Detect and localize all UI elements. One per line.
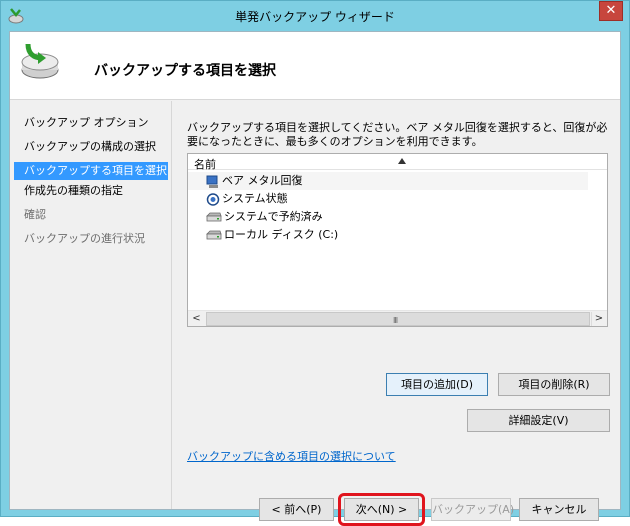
cancel-button[interactable]: キャンセル bbox=[519, 498, 599, 521]
wizard-step-nav: バックアップ オプション バックアップの構成の選択 バックアップする項目を選択 … bbox=[10, 101, 172, 509]
nav-step-backup-configuration[interactable]: バックアップの構成の選択 bbox=[14, 138, 168, 156]
add-items-button[interactable]: 項目の追加(D) bbox=[386, 373, 488, 396]
scroll-grip-icon: III bbox=[393, 316, 398, 325]
list-item-label: ローカル ディスク (C:) bbox=[224, 228, 339, 241]
help-link-select-items[interactable]: バックアップに含める項目の選択について bbox=[187, 448, 396, 464]
drive-icon bbox=[206, 212, 222, 221]
instruction-text: バックアップする項目を選択してください。ベア メタル回復を選択すると、回復が必要… bbox=[187, 121, 608, 148]
back-button[interactable]: < 前へ(P) bbox=[259, 498, 334, 521]
wizard-client-area: バックアップする項目を選択 バックアップ オプション バックアップの構成の選択 … bbox=[9, 31, 621, 526]
horizontal-scrollbar[interactable]: < III > bbox=[188, 310, 607, 326]
window-title: 単発バックアップ ウィザード bbox=[235, 10, 395, 24]
list-item-system-state[interactable]: システム状態 bbox=[206, 190, 386, 208]
system-state-icon bbox=[206, 192, 220, 206]
page-title: バックアップする項目を選択 bbox=[94, 63, 276, 79]
next-button-highlight bbox=[338, 493, 425, 526]
column-name-label: 名前 bbox=[194, 158, 216, 171]
list-item-system-reserved[interactable]: システムで予約済み bbox=[206, 208, 386, 226]
bare-metal-icon bbox=[206, 175, 218, 188]
nav-step-destination-type: 作成先の種類の指定 bbox=[24, 184, 123, 197]
list-item-bare-metal-recovery[interactable]: ベア メタル回復 bbox=[188, 172, 588, 190]
list-item-local-disk-c[interactable]: ローカル ディスク (C:) bbox=[206, 226, 386, 244]
close-button[interactable]: ✕ bbox=[599, 1, 623, 21]
drive-icon bbox=[206, 230, 222, 239]
scroll-left-button[interactable]: < bbox=[189, 312, 204, 326]
sort-ascending-icon bbox=[398, 158, 406, 164]
backup-button: バックアップ(A) bbox=[431, 498, 514, 521]
backup-items-list[interactable]: 名前 ベア メタル回復 システム状態 システムで予約済み ローカル ディスク (… bbox=[187, 153, 608, 327]
advanced-settings-button[interactable]: 詳細設定(V) bbox=[467, 409, 610, 432]
list-item-label: システム状態 bbox=[222, 192, 288, 205]
nav-step-backup-progress: バックアップの進行状況 bbox=[24, 232, 145, 245]
nav-step-select-items[interactable]: バックアップする項目を選択 bbox=[14, 162, 168, 180]
list-item-label: システムで予約済み bbox=[224, 210, 323, 223]
list-column-header[interactable]: 名前 bbox=[188, 154, 607, 171]
wizard-window: 単発バックアップ ウィザード ✕ バックアップする項目を選択 バックアップ オプ… bbox=[0, 0, 630, 526]
title-bar[interactable]: 単発バックアップ ウィザード ✕ bbox=[1, 1, 629, 31]
nav-step-backup-options[interactable]: バックアップ オプション bbox=[14, 114, 168, 132]
backup-wizard-icon bbox=[21, 43, 59, 79]
scroll-right-button[interactable]: > bbox=[591, 312, 606, 326]
wizard-header: バックアップする項目を選択 bbox=[10, 32, 620, 100]
list-item-label: ベア メタル回復 bbox=[222, 174, 303, 187]
remove-items-button[interactable]: 項目の削除(R) bbox=[498, 373, 610, 396]
nav-step-confirmation: 確認 bbox=[24, 208, 46, 221]
wizard-content: バックアップする項目を選択してください。ベア メタル回復を選択すると、回復が必要… bbox=[173, 101, 620, 526]
scroll-thumb[interactable]: III bbox=[206, 312, 590, 326]
